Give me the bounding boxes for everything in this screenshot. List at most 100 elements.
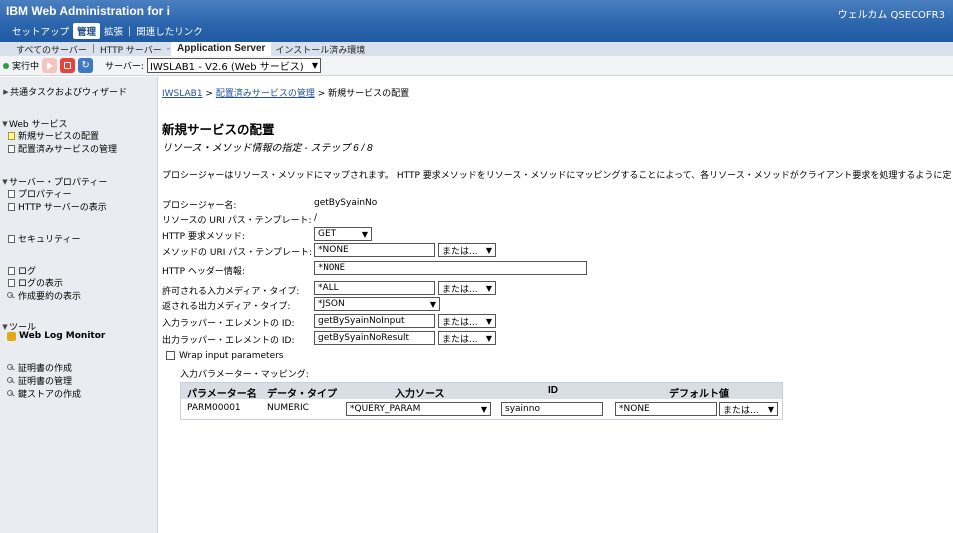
server-state: 実行中: [12, 62, 40, 72]
sidebar-item-security[interactable]: セキュリティー: [8, 232, 80, 245]
input-media-or-select[interactable]: または... ▼: [438, 281, 496, 295]
chevron-down-icon: ▼: [480, 404, 487, 414]
sidebar-item-label: 作成要約の表示: [18, 292, 82, 302]
nav-advanced[interactable]: 拡張: [100, 23, 127, 39]
breadcrumb: IWSLAB1 > 配置済みサービスの管理 > 新規サービスの配置: [162, 86, 409, 99]
breadcrumb-server-link[interactable]: IWSLAB1: [162, 89, 203, 99]
sidebar-item-label: 配置済みサービスの管理: [18, 145, 118, 155]
server-select-value: IWSLAB1 - V2.6 (Web サービス): [149, 62, 304, 73]
or-select-value: または...: [442, 284, 478, 295]
procedure-name-value: getBySyainNo: [314, 198, 378, 208]
wrap-input-checkbox[interactable]: [166, 351, 175, 360]
row-param-name: PARM00001: [187, 403, 241, 413]
collapsed-arrow-icon: ▶: [3, 87, 9, 96]
key-icon: [7, 363, 15, 372]
tab-installed-env[interactable]: インストール済み環境: [271, 43, 369, 56]
chevron-down-icon: ▼: [767, 404, 774, 414]
wrench-icon: [7, 331, 16, 341]
method-uri-input[interactable]: *NONE: [314, 243, 435, 257]
tab-application-server[interactable]: Application Server: [171, 42, 272, 56]
col-data-type: データ・タイプ: [267, 389, 337, 400]
sidebar-item-view-logs[interactable]: ログの表示: [8, 276, 63, 289]
col-input-source: 入力ソース: [395, 389, 445, 400]
document-icon: [8, 234, 15, 243]
breadcrumb-manage-link[interactable]: 配置済みサービスの管理: [216, 89, 315, 99]
document-icon: [8, 144, 15, 153]
row-id-input[interactable]: syainno: [501, 402, 603, 416]
http-method-value: GET: [318, 229, 337, 239]
chevron-down-icon: ▼: [429, 299, 436, 309]
sidebar-item-label: セキュリティー: [18, 235, 81, 245]
sidebar-item-deploy-new[interactable]: 新規サービスの配置: [8, 129, 99, 142]
sidebar-item-properties[interactable]: プロパティー: [8, 187, 71, 200]
sidebar-item-manage-cert[interactable]: 証明書の管理: [7, 374, 72, 387]
sidebar-item-label: 新規サービスの配置: [18, 132, 100, 142]
nav-setup[interactable]: セットアップ: [8, 23, 73, 39]
sidebar-item-label: ログの表示: [18, 279, 64, 289]
tab-all-servers[interactable]: すべてのサーバー: [12, 43, 91, 56]
refresh-icon[interactable]: ↻: [78, 58, 94, 73]
output-media-label: 返される出力メディア・タイプ:: [162, 302, 291, 312]
document-icon: [8, 202, 15, 211]
sidebar-item-web-log-monitor[interactable]: Web Log Monitor: [7, 331, 105, 341]
start-server-icon[interactable]: [42, 58, 58, 73]
chevron-down-icon: ▼: [485, 316, 492, 326]
expanded-arrow-icon: ▼: [2, 119, 8, 128]
input-wrapper-input[interactable]: getBySyainNoInput: [314, 314, 435, 328]
sidebar-item-create-keystore[interactable]: 鍵ストアの作成: [7, 387, 81, 400]
sidebar-item-label: HTTP サーバーの表示: [18, 203, 107, 213]
input-wrapper-or-select[interactable]: または... ▼: [438, 314, 496, 328]
output-wrapper-label: 出力ラッパー・エレメントの ID:: [162, 336, 295, 346]
server-status-bar: 実行中 ↻ サーバー: IWSLAB1 - V2.6 (Web サービス) ▼: [0, 56, 953, 76]
tab-bar: すべてのサーバー | HTTP サーバー - Application Serve…: [0, 42, 953, 56]
sidebar-item-label: プロパティー: [18, 190, 72, 200]
document-icon: [8, 266, 15, 275]
output-wrapper-or-select[interactable]: または... ▼: [438, 331, 496, 345]
nav-manage[interactable]: 管理: [73, 23, 101, 39]
page-title: 新規サービスの配置: [162, 123, 275, 137]
document-icon: [8, 189, 15, 198]
http-header-label: HTTP ヘッダー情報:: [162, 267, 245, 277]
input-wrapper-label: 入力ラッパー・エレメントの ID:: [162, 319, 295, 329]
expanded-arrow-icon: ▼: [2, 322, 8, 331]
breadcrumb-separator: >: [202, 89, 216, 99]
output-media-select[interactable]: *JSON ▼: [314, 297, 440, 311]
uri-template-value: /: [314, 213, 318, 223]
sidebar-common-tasks[interactable]: ▶ 共通タスクおよびウィザード: [2, 85, 127, 99]
server-select[interactable]: IWSLAB1 - V2.6 (Web サービス) ▼: [146, 58, 321, 73]
sidebar-item-label: 証明書の作成: [18, 364, 73, 374]
chevron-down-icon: ▼: [485, 283, 492, 293]
input-media-input[interactable]: *ALL: [314, 281, 435, 295]
chevron-down-icon: ▼: [485, 245, 492, 255]
sidebar-item-show-summary[interactable]: 作成要約の表示: [7, 289, 81, 302]
sidebar: ▶ 共通タスクおよびウィザード ▼ Web サービス 新規サービスの配置 配置済みサ…: [0, 77, 158, 533]
col-id: ID: [548, 385, 558, 396]
method-uri-or-select[interactable]: または... ▼: [438, 243, 496, 257]
http-method-select[interactable]: GET ▼: [314, 227, 372, 241]
sidebar-item-show-http[interactable]: HTTP サーバーの表示: [8, 200, 107, 213]
http-header-textarea[interactable]: *NONE: [314, 261, 587, 275]
chevron-down-icon: ▼: [485, 333, 492, 343]
sidebar-item-manage-deployed[interactable]: 配置済みサービスの管理: [8, 142, 117, 155]
table-header: パラメーター名 データ・タイプ 入力ソース ID デフォルト値: [181, 383, 782, 400]
nav-related-links[interactable]: 関連したリンク: [132, 23, 207, 39]
app-title: IBM Web Administration for i: [6, 4, 170, 18]
or-select-value: または...: [442, 246, 478, 257]
sidebar-item-label: 証明書の管理: [18, 377, 73, 387]
stop-server-icon[interactable]: [60, 58, 76, 73]
chevron-down-icon: ▼: [361, 229, 368, 239]
top-nav: セットアップ 管理 拡張 | 関連したリンク: [8, 23, 207, 39]
row-default-or-select[interactable]: または... ▼: [719, 402, 778, 416]
key-icon: [7, 291, 15, 300]
output-wrapper-input[interactable]: getBySyainNoResult: [314, 331, 435, 345]
or-select-value: または...: [723, 405, 759, 416]
row-input-source-select[interactable]: *QUERY_PARAM ▼: [346, 402, 491, 416]
col-param-name: パラメーター名: [187, 389, 257, 400]
page-description: プロシージャーはリソース・メソッドにマップされます。 HTTP 要求メソッドをリ…: [162, 171, 952, 181]
breadcrumb-current: 新規サービスの配置: [328, 89, 410, 99]
sidebar-item-label: Web Log Monitor: [19, 331, 106, 341]
running-status-icon: [3, 62, 9, 69]
sidebar-item-create-cert[interactable]: 証明書の作成: [7, 361, 72, 374]
tab-http-server[interactable]: HTTP サーバー: [96, 43, 166, 56]
row-default-input[interactable]: *NONE: [615, 402, 717, 416]
